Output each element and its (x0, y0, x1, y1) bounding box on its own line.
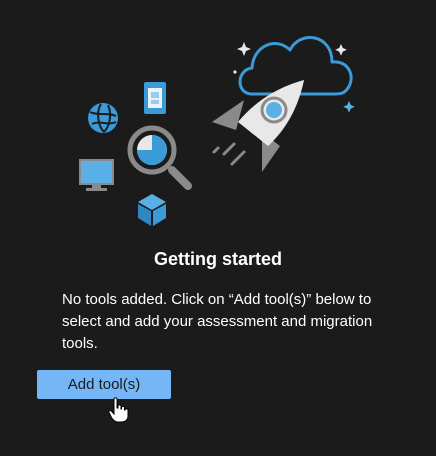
getting-started-illustration (79, 36, 355, 226)
cube-icon (138, 194, 166, 226)
globe-icon (88, 103, 118, 133)
add-tools-button[interactable]: Add tool(s) (37, 370, 171, 399)
sparkle-icon (343, 101, 355, 113)
page-title: Getting started (153, 249, 282, 269)
getting-started-panel: Getting started No tools added. Click on… (0, 0, 436, 456)
empty-state-description: No tools added. Click on “Add tool(s)” b… (62, 291, 373, 352)
monitor-icon (79, 159, 114, 191)
hand-pointer-icon (108, 397, 129, 423)
search-chart-icon (127, 125, 192, 190)
mobile-device-icon (144, 82, 166, 114)
